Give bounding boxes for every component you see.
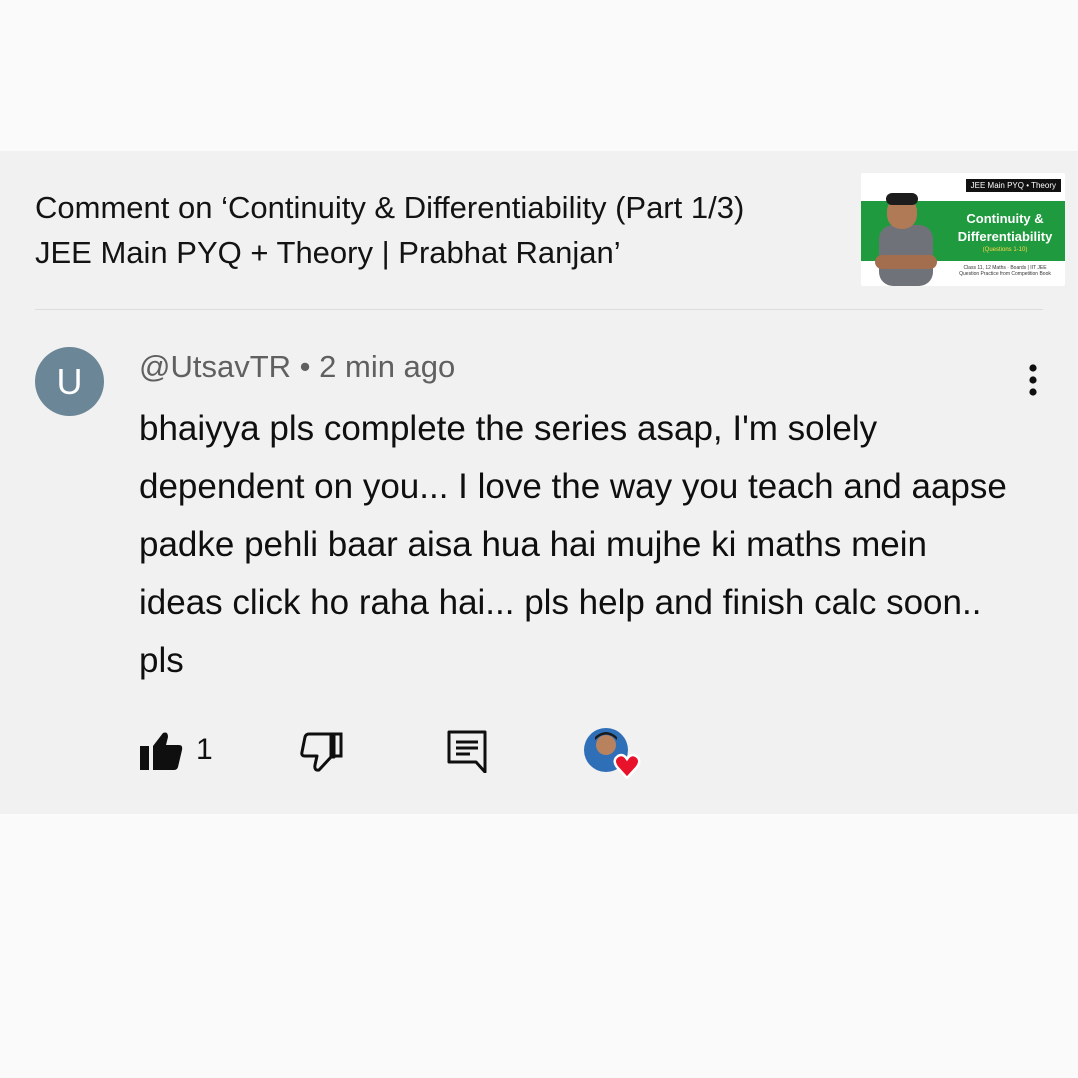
thumbnail-footer: Class 11, 12 Maths · Boards | IIT JEE Qu… xyxy=(949,265,1061,277)
comment-author[interactable]: @UtsavTR xyxy=(139,349,291,384)
video-title-line-1: Comment on ‘Continuity & Differentiabili… xyxy=(35,190,745,225)
thumbnail-tag: JEE Main PYQ • Theory xyxy=(965,179,1061,192)
thumbnail-title: Continuity & Differentiability xyxy=(949,210,1061,246)
comment-text: bhaiyya pls complete the series asap, I'… xyxy=(139,409,1007,680)
comment-meta: @UtsavTR • 2 min ago xyxy=(139,349,455,385)
meta-separator: • xyxy=(291,349,320,384)
reply-icon[interactable] xyxy=(446,729,488,773)
like-count: 1 xyxy=(196,733,213,766)
video-thumbnail[interactable]: JEE Main PYQ • Theory Continuity & Diffe… xyxy=(861,173,1065,286)
thumbnail-footer-line-2: Question Practice from Competition Book xyxy=(959,271,1051,277)
thumbnail-presenter-image xyxy=(875,193,937,286)
more-vert-icon[interactable] xyxy=(1018,362,1048,398)
video-title-line-2: JEE Main PYQ + Theory | Prabhat Ranjan’ xyxy=(35,235,621,270)
avatar[interactable]: U xyxy=(35,347,104,416)
thumbnail-subtitle: (Questions 1-10) xyxy=(982,247,1028,253)
comment-time: 2 min ago xyxy=(319,349,456,384)
thumbnail-title-line-2: Differentiability xyxy=(957,229,1053,244)
thumbnail-title-line-1: Continuity & xyxy=(966,211,1044,226)
thumb-down-icon[interactable] xyxy=(300,731,344,773)
creator-heart-icon[interactable] xyxy=(583,727,645,779)
video-header[interactable]: Comment on ‘Continuity & Differentiabili… xyxy=(35,173,1065,310)
video-title[interactable]: Comment on ‘Continuity & Differentiabili… xyxy=(35,185,845,275)
thumb-up-icon[interactable] xyxy=(139,731,183,771)
comment-actions: 1 xyxy=(0,721,1078,781)
comment-card: Comment on ‘Continuity & Differentiabili… xyxy=(0,151,1078,814)
